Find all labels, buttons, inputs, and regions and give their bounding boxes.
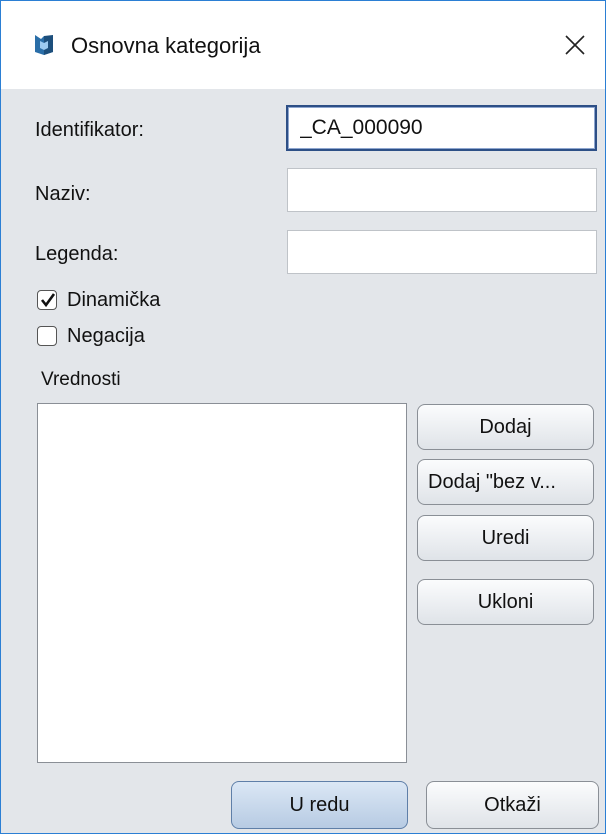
title-bar[interactable]: Osnovna kategorija xyxy=(1,1,605,89)
values-label: Vrednosti xyxy=(41,369,121,390)
identifier-input[interactable] xyxy=(286,105,597,151)
checkmark-icon xyxy=(40,293,56,308)
negation-label[interactable]: Negacija xyxy=(67,323,145,349)
add-without-value-button[interactable]: Dodaj "bez v... xyxy=(417,459,594,505)
dialog-window: Osnovna kategorija Identifikator: Naziv:… xyxy=(0,0,606,834)
dynamic-checkbox[interactable] xyxy=(37,290,57,310)
negation-checkbox[interactable] xyxy=(37,326,57,346)
name-label: Naziv: xyxy=(35,183,91,205)
edit-button[interactable]: Uredi xyxy=(417,515,594,561)
cancel-button[interactable]: Otkaži xyxy=(426,781,599,829)
ok-button[interactable]: U redu xyxy=(231,781,408,829)
close-icon xyxy=(565,35,585,55)
add-button[interactable]: Dodaj xyxy=(417,404,594,450)
close-button[interactable] xyxy=(545,1,605,89)
identifier-label: Identifikator: xyxy=(35,119,144,141)
window-title: Osnovna kategorija xyxy=(71,33,261,58)
dynamic-label[interactable]: Dinamička xyxy=(67,287,160,313)
legend-input[interactable] xyxy=(287,230,597,274)
name-input[interactable] xyxy=(287,168,597,212)
legend-label: Legenda: xyxy=(35,243,119,265)
app-icon xyxy=(35,35,53,55)
values-list[interactable] xyxy=(37,403,407,763)
remove-button[interactable]: Ukloni xyxy=(417,579,594,625)
